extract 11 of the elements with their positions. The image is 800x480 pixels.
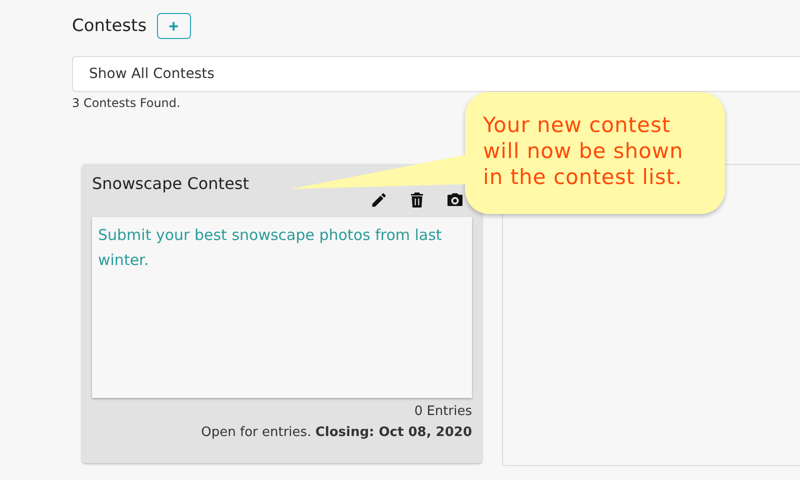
page-title: Contests xyxy=(72,16,147,36)
entry-count: 0 Entries xyxy=(414,404,472,419)
camera-icon[interactable] xyxy=(446,191,464,209)
trash-icon[interactable] xyxy=(408,191,426,209)
filter-dropdown[interactable]: Show All Contests xyxy=(72,56,800,92)
pencil-icon[interactable] xyxy=(370,191,388,209)
contest-status: Open for entries. Closing: Oct 08, 2020 xyxy=(201,425,472,440)
contest-description: Submit your best snowscape photos from last winter. xyxy=(92,217,472,398)
result-count: 3 Contests Found. xyxy=(72,96,180,110)
contest-title: Snowscape Contest xyxy=(92,174,250,193)
callout-bubble: Your new contest will now be shown in the contest list. xyxy=(465,92,725,214)
